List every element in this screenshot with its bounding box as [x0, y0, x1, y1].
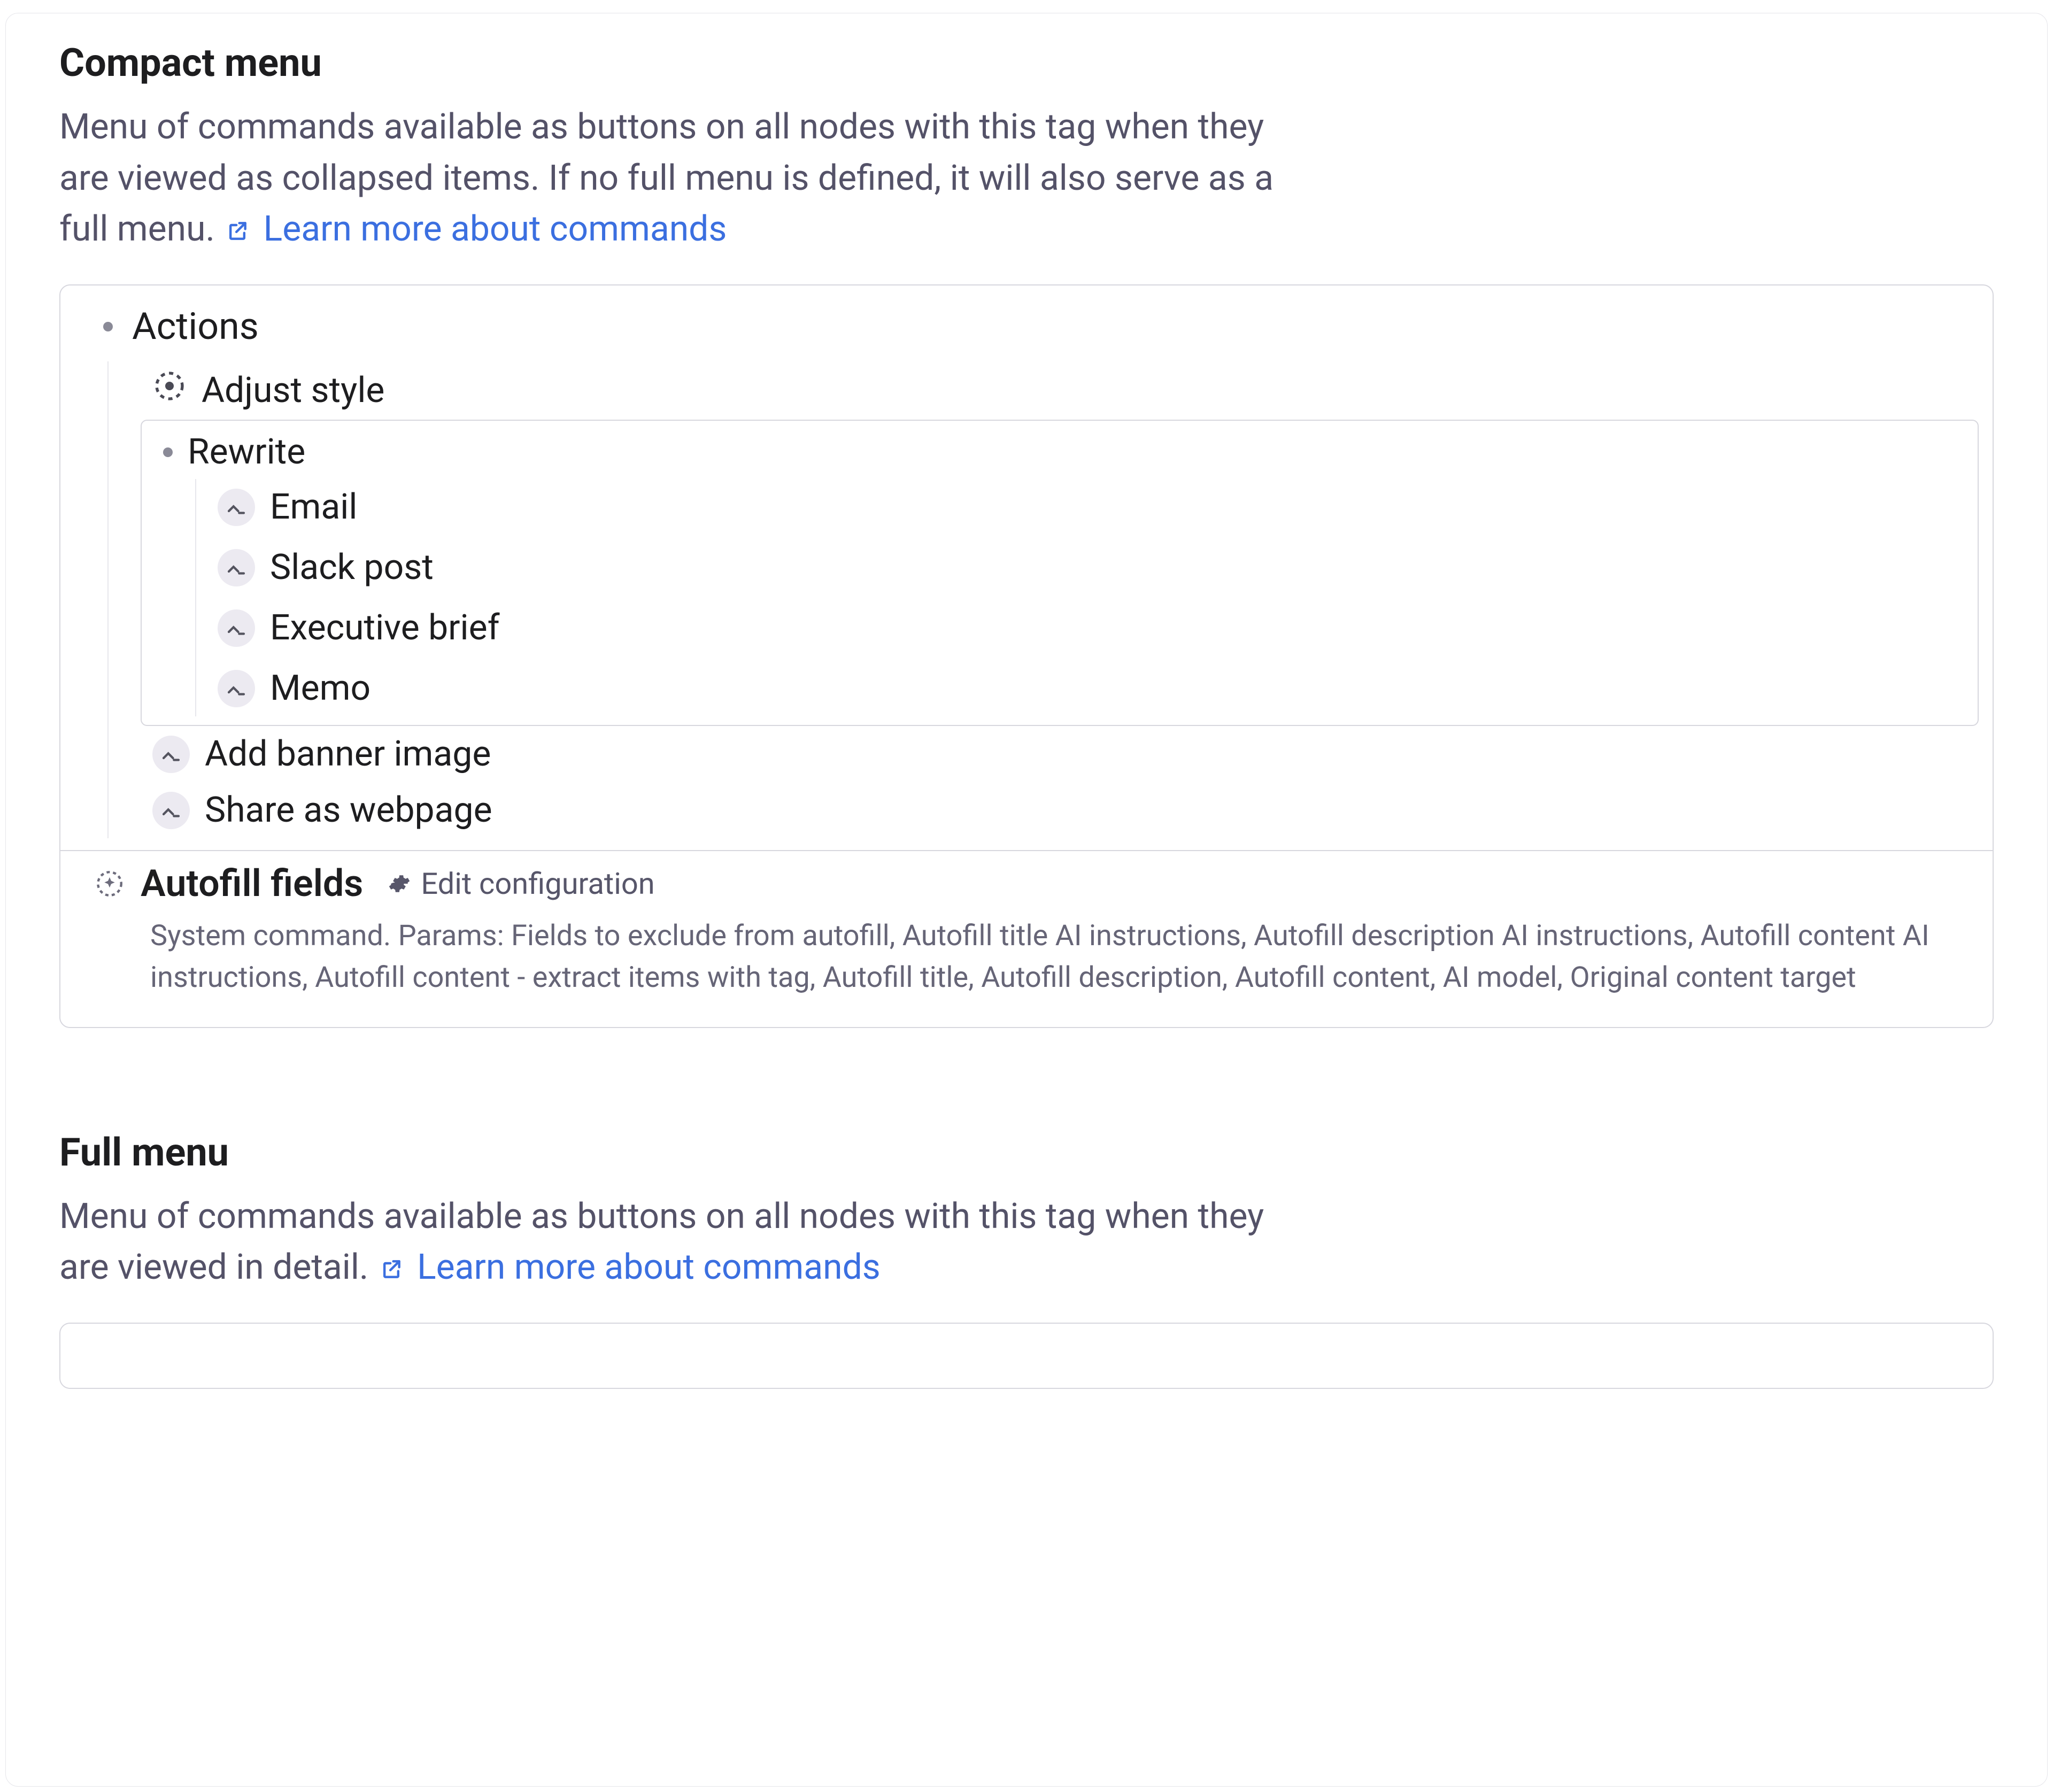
external-link-icon [226, 206, 249, 257]
command-icon [152, 736, 190, 773]
autofill-title: Autofill fields [141, 862, 363, 906]
tree-node-actions[interactable]: Actions [60, 302, 1993, 361]
tree-item-add-banner[interactable]: Add banner image [109, 726, 1993, 782]
full-menu-title: Full menu [59, 1130, 1994, 1175]
command-icon [218, 670, 255, 707]
full-learn-more-link[interactable]: Learn more about commands [417, 1247, 881, 1288]
external-link-icon [380, 1244, 403, 1295]
gear-icon [387, 871, 412, 897]
tree-item-adjust-style[interactable]: Adjust style [109, 361, 1993, 420]
tree-item-label: Email [270, 486, 357, 528]
tree-item-label: Memo [270, 668, 371, 709]
tree-node-rewrite[interactable]: Rewrite [142, 425, 1978, 479]
compact-menu-title: Compact menu [59, 40, 1994, 86]
tree-item-label: Share as webpage [205, 790, 492, 831]
full-menu-tree[interactable] [59, 1323, 1994, 1389]
command-icon [218, 489, 255, 526]
edit-configuration-button[interactable]: Edit configuration [387, 866, 654, 901]
sparkle-icon [92, 867, 127, 901]
autofill-fields-block[interactable]: Autofill fields Edit configuration Syste… [60, 851, 1993, 1015]
compact-menu-tree[interactable]: Actions Adjust style Rewrite [59, 284, 1994, 1028]
command-icon [218, 549, 255, 586]
tree-node-label: Rewrite [188, 431, 305, 473]
compact-menu-description: Menu of commands available as buttons on… [59, 102, 1310, 255]
tree-item-executive-brief[interactable]: Executive brief [218, 600, 1978, 656]
command-icon [218, 609, 255, 647]
tree-item-label: Adjust style [202, 370, 384, 411]
tree-item-label: Add banner image [205, 733, 491, 775]
tree-group-rewrite[interactable]: Rewrite Email Slack post E [141, 420, 1979, 726]
settings-panel: Compact menu Menu of commands available … [5, 13, 2048, 1787]
tree-item-label: Slack post [270, 547, 434, 588]
bullet-icon [163, 447, 173, 457]
target-icon [152, 369, 187, 412]
tree-item-slack-post[interactable]: Slack post [218, 539, 1978, 596]
full-menu-description: Menu of commands available as buttons on… [59, 1191, 1310, 1293]
compact-learn-more-link[interactable]: Learn more about commands [264, 208, 727, 250]
tree-item-label: Executive brief [270, 607, 500, 648]
tree-item-email[interactable]: Email [218, 479, 1978, 535]
autofill-description: System command. Params: Fields to exclud… [150, 915, 1971, 999]
bullet-icon [103, 322, 113, 331]
tree-item-memo[interactable]: Memo [218, 660, 1978, 716]
tree-node-label: Actions [132, 305, 259, 349]
tree-item-share-webpage[interactable]: Share as webpage [109, 782, 1993, 838]
command-icon [152, 792, 190, 829]
edit-configuration-label: Edit configuration [421, 866, 654, 901]
